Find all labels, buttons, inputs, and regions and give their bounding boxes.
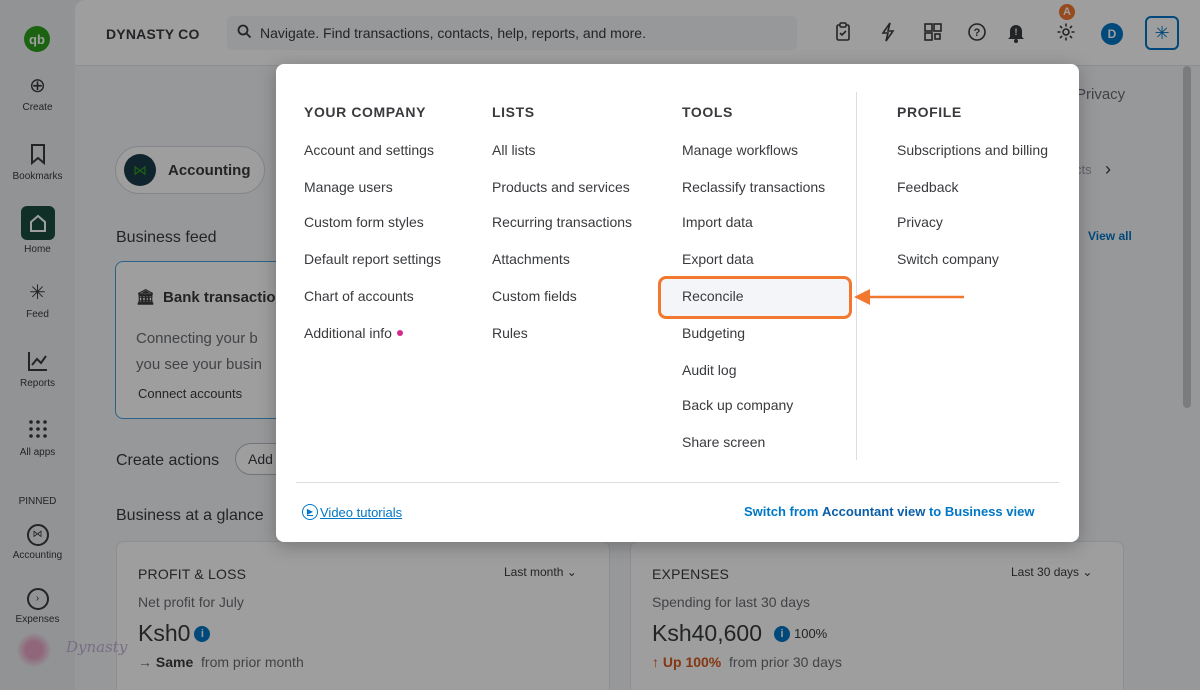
menu-item-chart-of-accounts[interactable]: Chart of accounts: [304, 288, 414, 304]
menu-column-profile: PROFILE Subscriptions and billing Feedba…: [897, 104, 1048, 267]
footer-divider: [296, 482, 1059, 483]
menu-item-import-data[interactable]: Import data: [682, 214, 753, 230]
play-circle-icon: ▶: [302, 504, 318, 520]
item-label: Additional info: [304, 325, 392, 341]
menu-item-export-data[interactable]: Export data: [682, 251, 754, 267]
menu-item-custom-form-styles[interactable]: Custom form styles: [304, 214, 424, 230]
menu-item-reclassify-transactions[interactable]: Reclassify transactions: [682, 179, 825, 195]
menu-item-custom-fields[interactable]: Custom fields: [492, 288, 577, 304]
menu-column-tools: TOOLS Manage workflows Reclassify transa…: [682, 104, 825, 450]
menu-column-lists: LISTS All lists Products and services Re…: [492, 104, 632, 341]
menu-item-products-services[interactable]: Products and services: [492, 179, 630, 195]
switch-target-view: Business view: [944, 504, 1035, 519]
switch-pre: Switch from: [744, 504, 819, 519]
switch-view-link[interactable]: Switch from Accountant view to Business …: [744, 504, 1034, 519]
column-heading: PROFILE: [897, 104, 962, 120]
column-heading: LISTS: [492, 104, 535, 120]
menu-item-account-settings[interactable]: Account and settings: [304, 142, 434, 158]
menu-item-manage-workflows[interactable]: Manage workflows: [682, 142, 798, 158]
reconcile-highlight-box: [658, 276, 852, 319]
menu-column-your-company: YOUR COMPANY Account and settings Manage…: [304, 104, 441, 341]
menu-item-manage-users[interactable]: Manage users: [304, 179, 393, 195]
video-tutorials-label: Video tutorials: [320, 504, 403, 520]
column-heading: YOUR COMPANY: [304, 104, 427, 120]
menu-item-privacy[interactable]: Privacy: [897, 214, 943, 230]
menu-item-default-report-settings[interactable]: Default report settings: [304, 251, 441, 267]
column-heading: TOOLS: [682, 104, 733, 120]
menu-item-recurring-transactions[interactable]: Recurring transactions: [492, 214, 632, 230]
menu-item-rules[interactable]: Rules: [492, 325, 528, 341]
new-dot-icon: [396, 330, 403, 336]
menu-item-feedback[interactable]: Feedback: [897, 179, 958, 195]
switch-to: to: [928, 504, 942, 519]
video-tutorials-link[interactable]: ▶ Video tutorials: [302, 504, 402, 520]
menu-item-audit-log[interactable]: Audit log: [682, 362, 736, 378]
column-divider: [856, 92, 857, 460]
menu-item-subscriptions-billing[interactable]: Subscriptions and billing: [897, 142, 1048, 158]
menu-item-attachments[interactable]: Attachments: [492, 251, 570, 267]
menu-item-all-lists[interactable]: All lists: [492, 142, 536, 158]
menu-item-budgeting[interactable]: Budgeting: [682, 325, 745, 341]
menu-item-additional-info[interactable]: Additional info: [304, 325, 403, 341]
menu-item-switch-company[interactable]: Switch company: [897, 251, 999, 267]
menu-item-back-up-company[interactable]: Back up company: [682, 397, 793, 413]
menu-item-share-screen[interactable]: Share screen: [682, 434, 765, 450]
annotation-arrow-icon: [854, 289, 964, 305]
switch-from-view: Accountant view: [822, 504, 926, 519]
